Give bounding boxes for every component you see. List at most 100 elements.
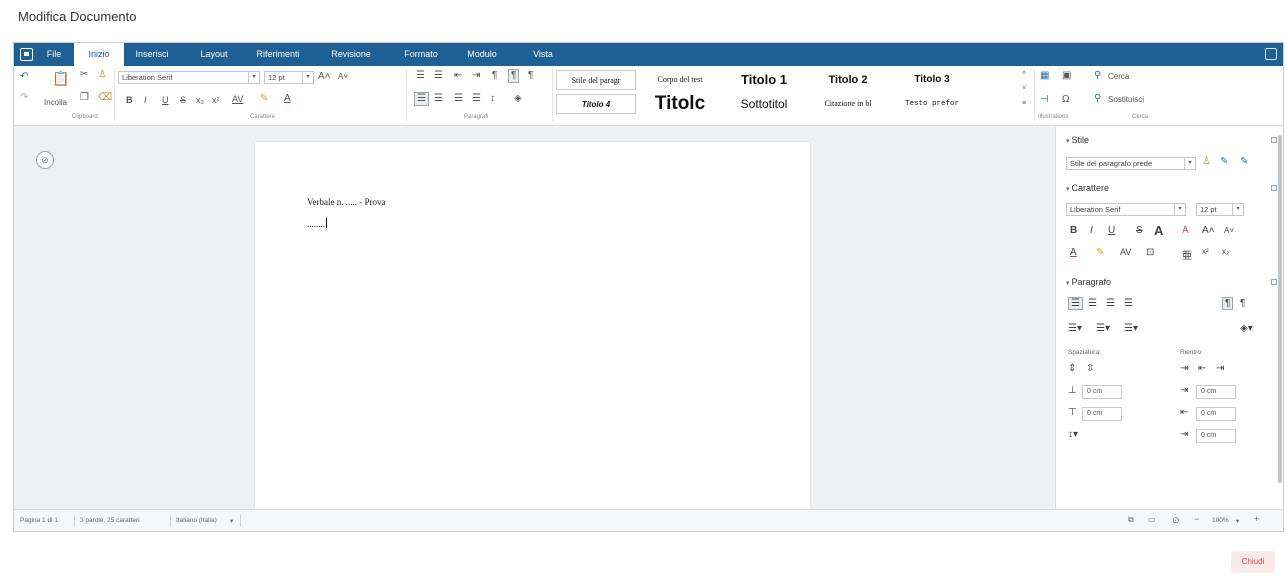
clear-format-icon[interactable]: ⌫ xyxy=(98,92,112,104)
search-button[interactable]: Cerca xyxy=(1108,71,1129,83)
style-preformatted[interactable]: Testo prefor xyxy=(892,94,972,114)
clone-format-icon[interactable]: ♙ xyxy=(98,69,107,81)
shrink-font-icon[interactable]: A˅ xyxy=(338,71,348,83)
insert-field-icon[interactable]: ⊣ xyxy=(1040,94,1049,106)
font-size-select[interactable]: 12 pt ▾ xyxy=(264,71,314,84)
sidebar-font-size-select[interactable]: 12 pt ▾ xyxy=(1196,203,1244,216)
decrease-indent-icon[interactable]: ⇤ xyxy=(454,70,462,82)
zoom-chevron-icon[interactable]: ▾ xyxy=(1236,517,1239,525)
styles-scroll-down-icon[interactable]: ˅ xyxy=(1022,83,1026,95)
sidebar-case-icon[interactable]: ⊡ xyxy=(1146,247,1154,258)
first-line-indent-field[interactable]: 0 cm xyxy=(1196,429,1236,443)
sidebar-align-center-icon[interactable]: ☰ xyxy=(1088,298,1097,309)
sidebar-bullets-icon[interactable]: ☰▾ xyxy=(1068,323,1082,334)
zoom-in-icon[interactable]: + xyxy=(1254,514,1259,524)
document-page[interactable]: Verbale n. ..... - Prova ........ xyxy=(255,142,810,509)
tab-modulo[interactable]: Modulo xyxy=(462,43,502,66)
align-right-icon[interactable]: ☰ xyxy=(454,93,463,105)
expand-icon[interactable] xyxy=(1271,185,1277,191)
sidebar-rtl-icon[interactable]: ¶ xyxy=(1240,298,1245,309)
char-spacing-icon[interactable]: AV xyxy=(232,93,243,105)
sidebar-font-name-select[interactable]: Liberation Serif ▾ xyxy=(1066,203,1186,216)
redo-icon[interactable]: ↷ xyxy=(20,92,28,104)
zoom-fit-icon[interactable]: ⊙ xyxy=(1172,515,1180,526)
align-left-icon[interactable]: ☰ xyxy=(414,92,429,106)
app-icon[interactable] xyxy=(20,48,33,61)
sidebar-spacing-icon[interactable]: AV xyxy=(1120,247,1131,257)
sidebar-para-bg-icon[interactable]: ◈▾ xyxy=(1240,323,1253,334)
sidebar-font-color-icon[interactable]: A xyxy=(1070,247,1077,258)
zoom-value[interactable]: 100% xyxy=(1212,517,1229,524)
tab-inizio[interactable]: Inizio xyxy=(74,43,124,67)
align-center-icon[interactable]: ☰ xyxy=(434,93,443,105)
sidebar-highlight-icon[interactable]: ✎ xyxy=(1096,247,1104,258)
sidebar-ltr-icon[interactable]: ¶ xyxy=(1222,297,1234,310)
ltr-icon[interactable]: ¶ xyxy=(508,69,520,83)
sidebar-bold-icon[interactable]: B xyxy=(1070,225,1077,236)
style-quotation[interactable]: Citazione in bl xyxy=(808,94,888,114)
formatting-marks-icon[interactable]: ¶ xyxy=(492,70,497,82)
style-title[interactable]: Titolc xyxy=(640,92,720,116)
indent-increase-icon[interactable]: ⇥ xyxy=(1180,363,1188,374)
sidebar-justify-icon[interactable]: ☰ xyxy=(1124,298,1133,309)
grow-font-icon[interactable]: A˄ xyxy=(318,71,331,83)
before-indent-field[interactable]: 0 cm xyxy=(1196,385,1236,399)
sidebar-strike-icon[interactable]: S xyxy=(1136,225,1143,236)
styles-scroll-up-icon[interactable]: ˄ xyxy=(1022,68,1026,80)
search-icon[interactable]: ⚲ xyxy=(1094,70,1101,82)
style-heading-4[interactable]: Titolo 4 xyxy=(556,94,636,114)
fullscreen-icon[interactable] xyxy=(1265,48,1277,60)
subscript-button[interactable]: x₂ xyxy=(196,94,204,106)
below-spacing-field[interactable]: 0 cm xyxy=(1082,407,1122,421)
language-select[interactable]: Italiano (Italia) xyxy=(176,517,217,524)
justify-icon[interactable]: ☰ xyxy=(472,93,481,105)
above-spacing-field[interactable]: 0 cm xyxy=(1082,385,1122,399)
sidebar-superscript-icon[interactable]: x² xyxy=(1202,247,1209,256)
tab-inserisci[interactable]: Inserisci xyxy=(130,43,174,66)
insert-image-icon[interactable]: ▣ xyxy=(1062,70,1071,82)
paragraph-bg-icon[interactable]: ◈ xyxy=(514,93,522,105)
italic-button[interactable]: I xyxy=(144,94,147,106)
style-body-text[interactable]: Corpo del test xyxy=(640,70,720,90)
paste-icon[interactable]: 📋 xyxy=(52,71,69,85)
style-subtitle[interactable]: Sottotitol xyxy=(724,94,804,114)
undo-icon[interactable]: ↶ xyxy=(20,71,28,83)
sidebar-grow-font-icon[interactable]: A˄ xyxy=(1202,225,1215,236)
numbered-list-icon[interactable]: ☰ xyxy=(434,70,443,82)
sidebar-align-right-icon[interactable]: ☰ xyxy=(1106,298,1115,309)
bullet-list-icon[interactable]: ☰ xyxy=(416,70,425,82)
indent-decrease-icon[interactable]: ⇤ xyxy=(1198,363,1206,374)
paste-button[interactable]: Incolla xyxy=(44,97,67,109)
replace-button[interactable]: Sostituisci xyxy=(1108,94,1144,106)
tab-layout[interactable]: Layout xyxy=(194,43,234,66)
update-style-icon[interactable]: ✎ xyxy=(1220,156,1228,167)
spacing-decrease-icon[interactable]: ⇳ xyxy=(1086,363,1094,374)
navigator-icon[interactable]: ⊘ xyxy=(36,151,54,169)
sidebar-outline-icon[interactable]: ☰▾ xyxy=(1124,323,1138,334)
section-styles-header[interactable]: Stile xyxy=(1066,135,1089,145)
styles-expand-icon[interactable]: ≡ xyxy=(1022,98,1026,110)
cut-icon[interactable]: ✂ xyxy=(80,69,88,81)
tab-formato[interactable]: Formato xyxy=(399,43,443,66)
close-button[interactable]: Chiudi xyxy=(1231,551,1275,573)
style-paragraph-default[interactable]: Stile del paragr xyxy=(556,70,636,90)
insert-table-icon[interactable]: ▦ xyxy=(1040,70,1049,82)
replace-icon[interactable]: ⚲ xyxy=(1094,93,1101,105)
line-spacing-icon[interactable]: ↕ xyxy=(490,93,495,105)
language-chevron-icon[interactable]: ▾ xyxy=(230,517,233,525)
tab-revisione[interactable]: Revisione xyxy=(326,43,376,66)
tab-file[interactable]: File xyxy=(40,43,68,66)
special-char-icon[interactable]: Ω xyxy=(1062,94,1069,106)
section-paragraph-header[interactable]: Paragrafo xyxy=(1066,277,1111,287)
zoom-out-icon[interactable]: − xyxy=(1194,514,1199,524)
book-layout-icon[interactable]: ▭ xyxy=(1148,515,1156,524)
section-character-header[interactable]: Carattere xyxy=(1066,183,1109,193)
underline-button[interactable]: U xyxy=(162,94,169,106)
sidebar-italic-icon[interactable]: I xyxy=(1090,225,1093,236)
bold-button[interactable]: B xyxy=(126,94,133,106)
document-line-2[interactable]: ........ xyxy=(307,218,327,229)
paragraph-style-select[interactable]: Stile del paragrafo prede ▾ xyxy=(1066,157,1196,170)
document-line-1[interactable]: Verbale n. ..... - Prova xyxy=(307,197,385,207)
font-name-select[interactable]: Liberation Serif ▾ xyxy=(118,71,260,84)
rtl-icon[interactable]: ¶ xyxy=(528,70,533,82)
